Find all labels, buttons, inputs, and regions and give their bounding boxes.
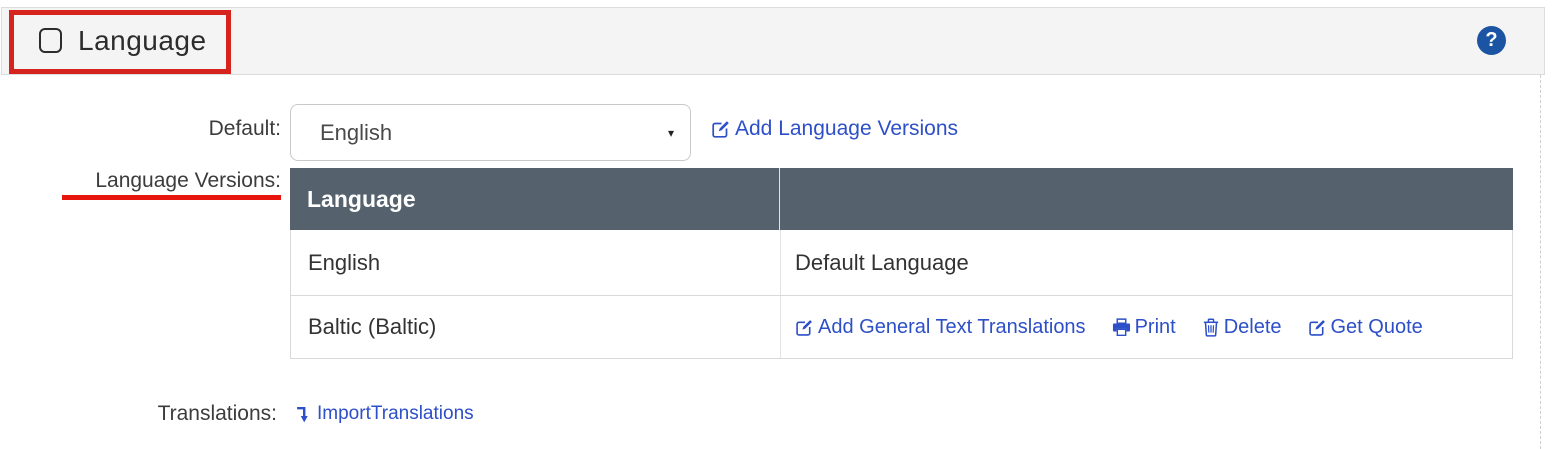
default-label: Default: bbox=[0, 117, 281, 141]
add-general-text-translations-link[interactable]: Add General Text Translations bbox=[795, 316, 1086, 339]
panel-header bbox=[1, 7, 1545, 75]
action-label: Get Quote bbox=[1331, 316, 1423, 339]
caret-down-icon: ▾ bbox=[668, 126, 674, 140]
edit-icon bbox=[1308, 318, 1327, 337]
print-link[interactable]: Print bbox=[1112, 316, 1176, 339]
page-title: Language bbox=[78, 25, 207, 57]
info-cell: Default Language bbox=[781, 230, 1512, 295]
language-settings-panel: Language ? Default: English ▾ Add Langua… bbox=[0, 0, 1554, 449]
translations-label: Translations: bbox=[0, 402, 277, 426]
language-cell: English bbox=[291, 230, 781, 295]
row-actions: Add General Text Translations Print bbox=[781, 296, 1512, 358]
table-header-actions bbox=[780, 168, 1513, 230]
annotation-red-underline bbox=[62, 195, 281, 200]
action-label: Print bbox=[1135, 316, 1176, 339]
select-value: English bbox=[320, 120, 392, 146]
language-versions-table: Language English Default Language Baltic… bbox=[290, 168, 1513, 359]
table-header-row: Language bbox=[290, 168, 1513, 230]
add-language-versions-label: Add Language Versions bbox=[735, 117, 958, 141]
table-row: English Default Language bbox=[290, 230, 1513, 296]
help-icon[interactable]: ? bbox=[1477, 26, 1506, 55]
delete-link[interactable]: Delete bbox=[1202, 316, 1282, 339]
language-versions-label: Language Versions: bbox=[0, 169, 281, 193]
add-language-versions-link[interactable]: Add Language Versions bbox=[711, 117, 958, 141]
language-cell: Baltic (Baltic) bbox=[291, 296, 781, 358]
import-translations-link[interactable]: ImportTranslations bbox=[296, 403, 474, 425]
action-label: Delete bbox=[1224, 316, 1282, 339]
get-quote-link[interactable]: Get Quote bbox=[1308, 316, 1423, 339]
default-language-select[interactable]: English ▾ bbox=[290, 104, 691, 161]
question-mark-glyph: ? bbox=[1485, 29, 1497, 52]
table-row: Baltic (Baltic) Add General Text Transla… bbox=[290, 296, 1513, 359]
panel-right-border bbox=[1540, 75, 1541, 449]
trash-icon bbox=[1202, 318, 1220, 337]
import-translations-label: ImportTranslations bbox=[317, 403, 474, 425]
level-down-arrow-icon bbox=[296, 405, 310, 424]
edit-icon bbox=[795, 318, 814, 337]
action-label: Add General Text Translations bbox=[818, 316, 1086, 339]
table-header-language: Language bbox=[290, 168, 780, 230]
edit-icon bbox=[711, 119, 731, 139]
language-section-checkbox[interactable] bbox=[39, 28, 62, 53]
print-icon bbox=[1112, 318, 1131, 337]
